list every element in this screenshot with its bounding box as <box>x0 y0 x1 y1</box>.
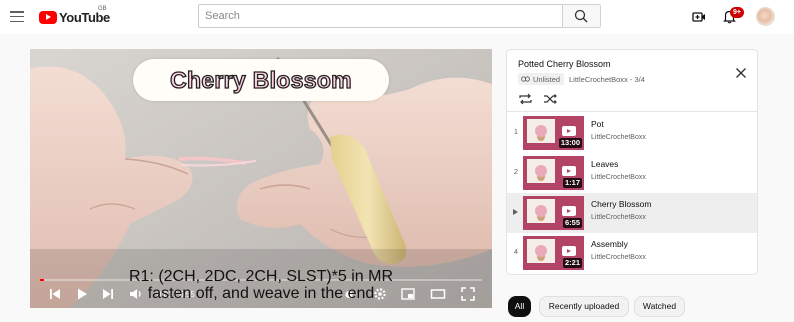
caption-line-2: fasten off, and weave in the end <box>147 285 375 302</box>
now-playing-arrow-icon <box>513 209 518 215</box>
divider <box>507 111 757 112</box>
duration-badge: 1:17 <box>562 178 582 188</box>
playlist-item-pot[interactable]: 1 13:00 Pot LittleCrochetBoxx <box>507 113 757 153</box>
video-thumbnail: 2:21 <box>523 236 584 270</box>
unlisted-label: Unlisted <box>533 74 561 84</box>
playlist-panel: Potted Cherry Blossom Unlisted LittleCro… <box>506 49 758 275</box>
link-icon <box>521 76 530 82</box>
video-title: Pot <box>591 119 604 129</box>
search-button[interactable] <box>562 4 601 28</box>
playlist-item-assembly[interactable]: 4 2:21 Assembly LittleCrochetBoxx <box>507 233 757 273</box>
video-player[interactable]: Cherry Blossom R1: (2CH, 2DC, 2CH, SLST)… <box>30 49 492 308</box>
caption-line-1: R1: (2CH, 2DC, 2CH, SLST)*5 in MR <box>128 268 394 285</box>
channel-name: LittleCrochetBoxx <box>591 254 646 261</box>
playlist-owner-position[interactable]: LittleCrochetBoxx - 3/4 <box>569 75 645 84</box>
search-icon <box>574 9 588 23</box>
video-title: Leaves <box>591 159 619 169</box>
play-icon <box>562 246 576 256</box>
duration-badge: 6:55 <box>562 218 582 228</box>
chip-all[interactable]: All <box>508 296 531 317</box>
loop-icon[interactable] <box>518 92 533 105</box>
menu-icon[interactable] <box>10 11 24 23</box>
youtube-play-icon <box>39 10 57 24</box>
item-index: 2 <box>513 167 519 176</box>
channel-name: LittleCrochetBoxx <box>591 214 646 221</box>
notification-badge: 9+ <box>730 7 744 18</box>
top-bar: YouTube GB 9+ <box>0 0 794 34</box>
avatar[interactable] <box>756 7 775 26</box>
search-input[interactable] <box>199 5 562 27</box>
video-title: Assembly <box>591 239 628 249</box>
play-icon <box>562 206 576 216</box>
video-thumbnail: 6:55 <box>523 196 584 230</box>
region-code: GB <box>98 6 107 12</box>
video-thumbnail: 1:17 <box>523 156 584 190</box>
item-index: 1 <box>513 127 519 136</box>
duration-badge: 2:21 <box>562 258 582 268</box>
playlist-title[interactable]: Potted Cherry Blossom <box>518 59 611 69</box>
chip-watched[interactable]: Watched <box>634 296 685 317</box>
create-video-icon[interactable] <box>692 10 706 24</box>
item-index: 4 <box>513 247 519 256</box>
shuffle-icon[interactable] <box>543 92 558 104</box>
play-icon <box>562 166 576 176</box>
playlist-item-leaves[interactable]: 2 1:17 Leaves LittleCrochetBoxx <box>507 153 757 193</box>
chip-recently-uploaded[interactable]: Recently uploaded <box>539 296 629 317</box>
video-thumbnail: 13:00 <box>523 116 584 150</box>
video-title: Cherry Blossom <box>591 199 652 209</box>
unlisted-badge: Unlisted <box>518 73 565 85</box>
duration-badge: 13:00 <box>558 138 582 148</box>
search-box <box>198 4 562 28</box>
channel-name: LittleCrochetBoxx <box>591 174 646 181</box>
play-icon <box>562 126 576 136</box>
channel-name: LittleCrochetBoxx <box>591 134 646 141</box>
close-icon[interactable] <box>735 66 747 78</box>
playlist-item-cherry-blossom[interactable]: 6:55 Cherry Blossom LittleCrochetBoxx <box>507 193 757 233</box>
overlay-title-text: Cherry Blossom <box>169 66 352 93</box>
video-title-overlay: Cherry Blossom <box>133 59 389 101</box>
